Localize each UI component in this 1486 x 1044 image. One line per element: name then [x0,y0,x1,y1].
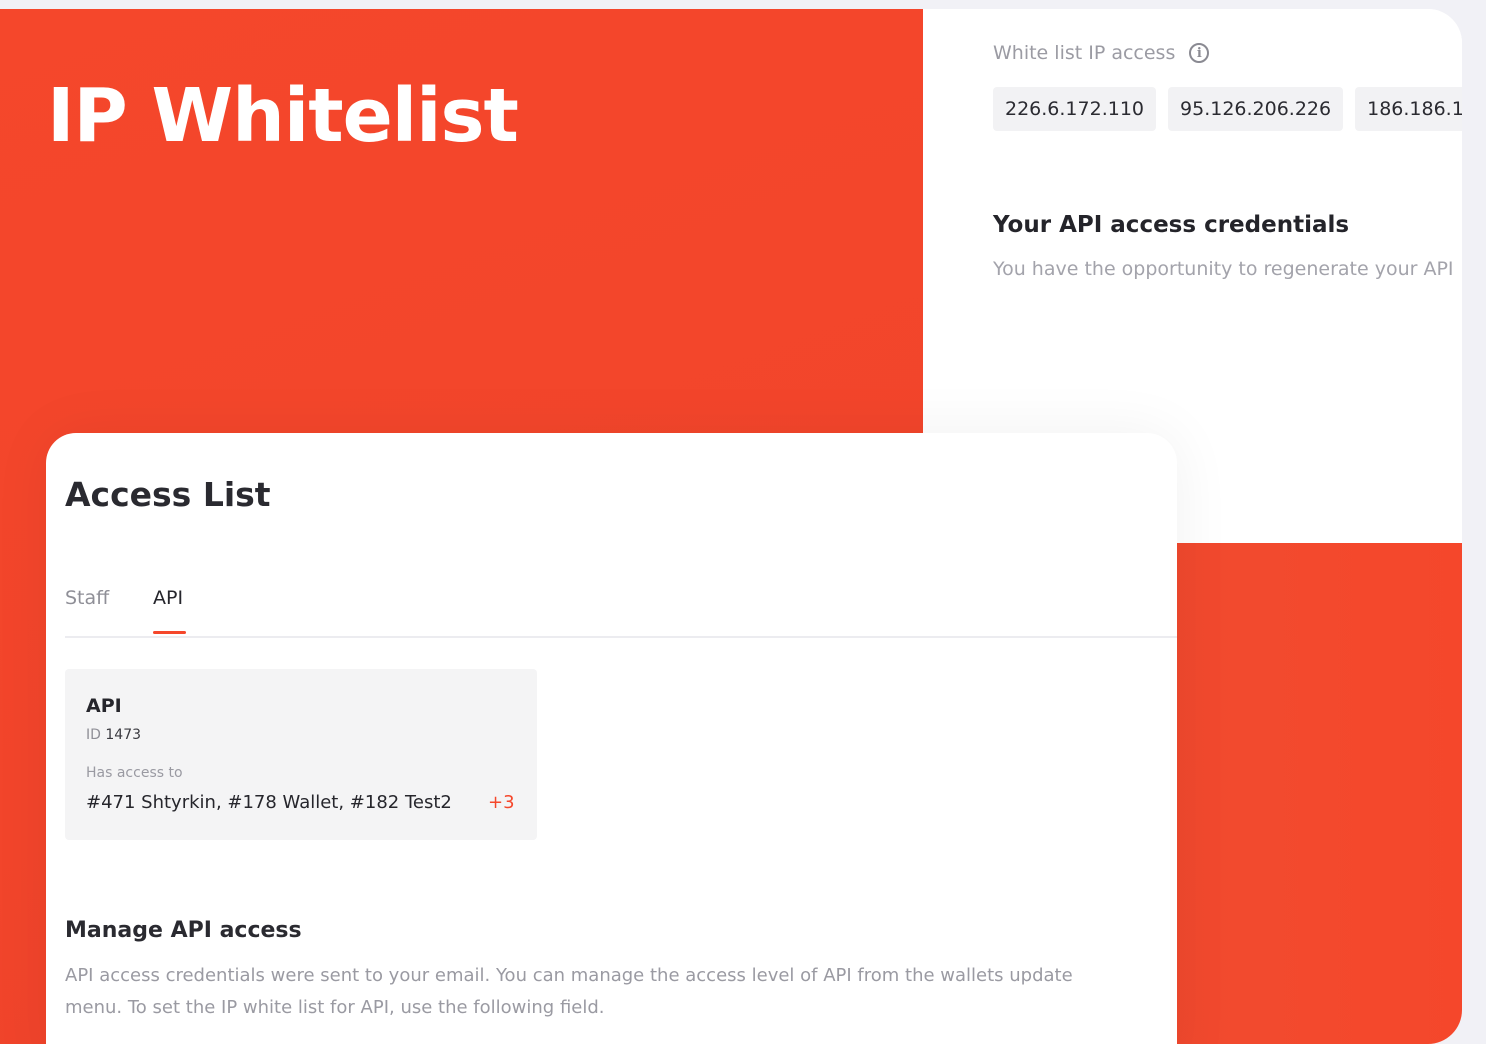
tab-api[interactable]: API [153,587,183,609]
more-access-count[interactable]: +3 [488,792,515,813]
api-name: API [86,695,122,717]
has-access-label: Has access to [86,765,183,781]
stage: IP Whitelist White list IP access i 226.… [0,0,1486,1044]
api-id: ID 1473 [86,727,141,743]
whitelist-label-row: White list IP access i [993,42,1210,64]
manage-title: Manage API access [65,918,302,943]
access-items: #471 Shtyrkin, #178 Wallet, #182 Test2 [86,792,452,813]
api-card[interactable]: API ID 1473 Has access to #471 Shtyrkin,… [65,669,537,840]
tab-staff[interactable]: Staff [65,587,109,609]
info-icon[interactable]: i [1189,43,1210,63]
ip-chip-list: 226.6.172.110 95.126.206.226 186.186.166… [993,87,1462,133]
whitelist-label: White list IP access [993,42,1176,64]
ip-chip[interactable]: 186.186.166.9 [1355,87,1462,131]
access-list-card: Access List Staff API API ID 1473 Has ac… [46,433,1177,1044]
hero-title: IP Whitelist [47,73,519,159]
credentials-title: Your API access credentials [993,212,1350,238]
ip-chip[interactable]: 226.6.172.110 [993,87,1157,131]
api-id-label: ID [86,727,101,743]
active-tab-indicator [153,631,186,634]
api-id-value: 1473 [105,727,142,743]
manage-description: API access credentials were sent to your… [65,965,1073,1018]
ip-chip[interactable]: 95.126.206.226 [1168,87,1344,131]
access-tabs: Staff API [65,583,1177,638]
credentials-subtitle: You have the opportunity to regenerate y… [993,258,1454,280]
access-list-title: Access List [65,475,271,514]
